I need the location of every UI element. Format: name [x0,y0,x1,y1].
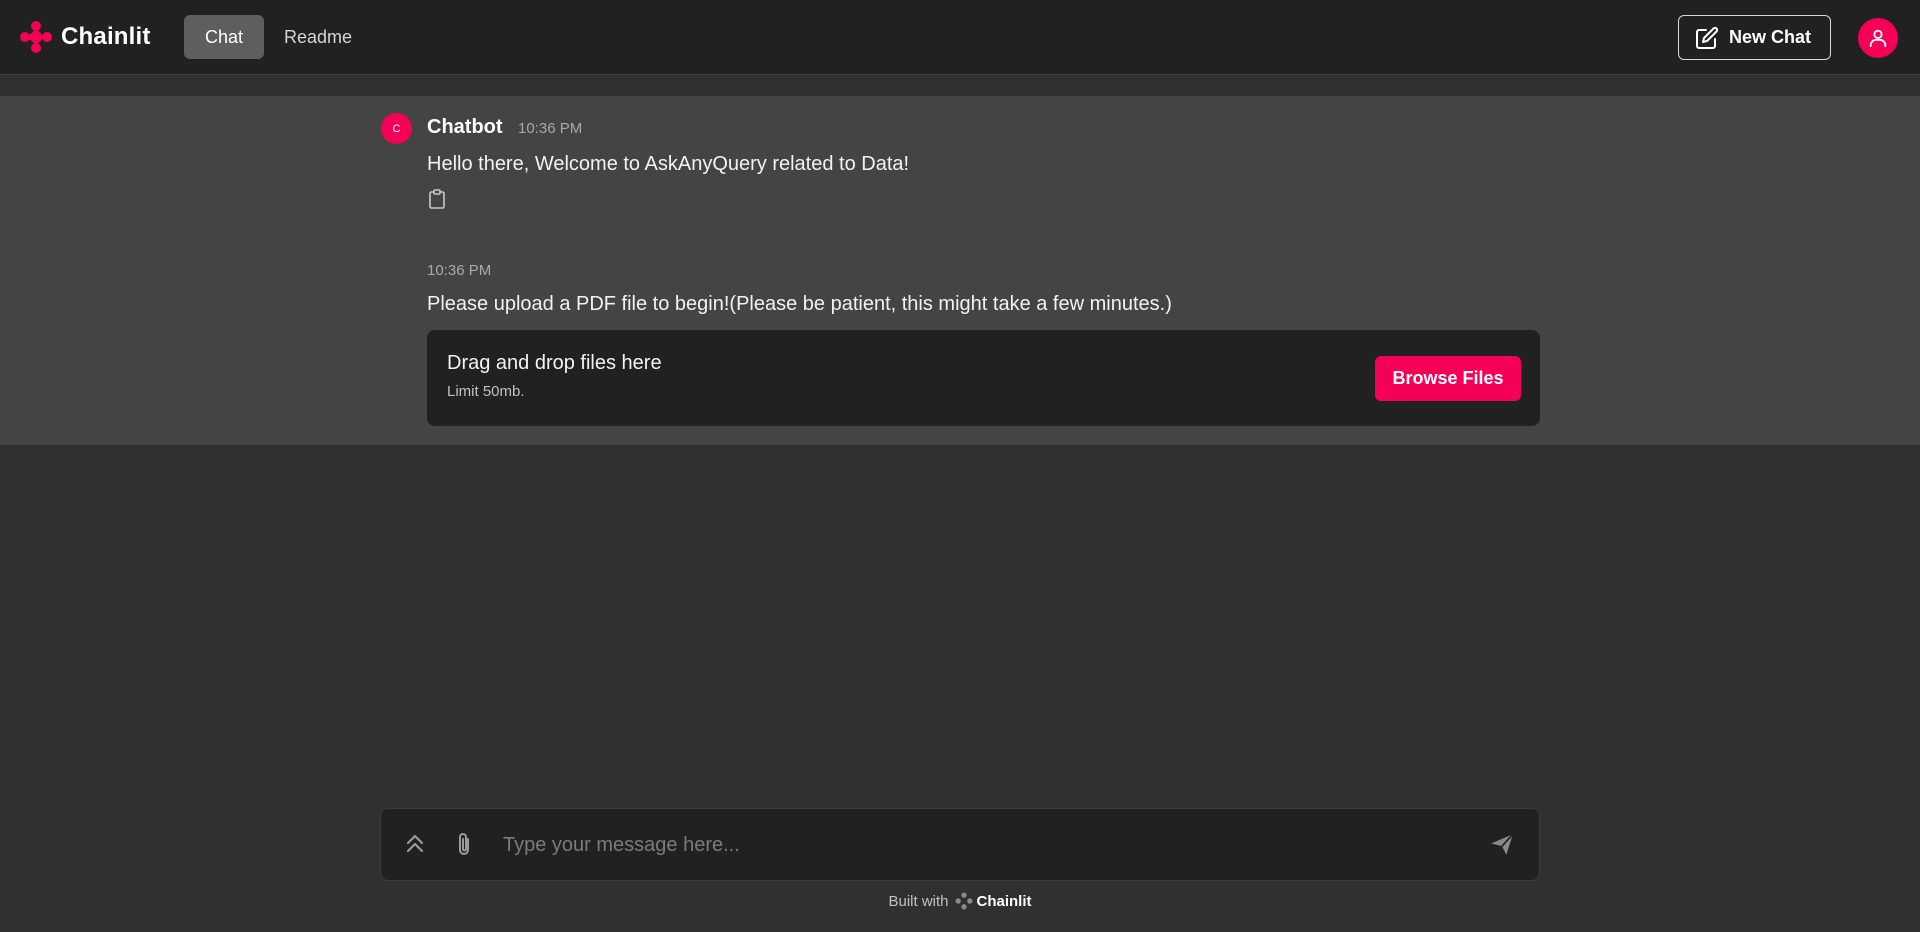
message-author: Chatbot [427,116,503,138]
header: Chainlit Chat Readme New Chat [0,0,1920,75]
message-composer [380,808,1540,881]
paperclip-icon [459,833,469,855]
dropzone-title: Drag and drop files here [447,352,662,374]
new-chat-label: New Chat [1729,27,1812,47]
copy-button[interactable] [428,189,446,214]
tab-readme[interactable]: Readme [264,15,372,59]
message-timestamp: 10:36 PM [518,120,583,137]
chainlit-logo-icon [955,892,972,910]
message-text: Please upload a PDF file to begin!(Pleas… [427,293,1172,315]
built-with-text: Built with [888,892,949,910]
chainlit-logo-icon [20,21,52,53]
chevrons-up-icon [406,834,424,853]
dropzone-limit: Limit 50mb. [447,383,525,400]
footer: Built with Chainlit [0,892,1920,910]
footer-brand-link[interactable]: Chainlit [955,892,1032,910]
browse-files-button[interactable]: Browse Files [1375,356,1521,401]
send-button[interactable] [1489,831,1515,862]
tab-chat[interactable]: Chat [184,15,264,59]
footer-brand: Chainlit [976,892,1032,910]
message-timestamp: 10:36 PM [427,262,492,279]
new-chat-button[interactable]: New Chat [1678,15,1831,60]
message-text: Hello there, Welcome to AskAnyQuery rela… [427,153,910,175]
message-input[interactable] [501,827,1441,863]
clipboard-icon [429,189,445,209]
chainlit-logo[interactable]: Chainlit [19,20,151,54]
user-avatar-button[interactable] [1858,18,1898,58]
chat-settings-button[interactable] [403,831,427,862]
attach-file-button[interactable] [453,831,475,864]
bot-avatar: C [381,113,412,144]
edit-icon [1696,26,1719,49]
user-icon [1869,29,1887,48]
file-dropzone[interactable]: Drag and drop files here Limit 50mb. Bro… [427,330,1540,426]
send-icon [1491,833,1514,855]
logo-text: Chainlit [61,23,151,50]
